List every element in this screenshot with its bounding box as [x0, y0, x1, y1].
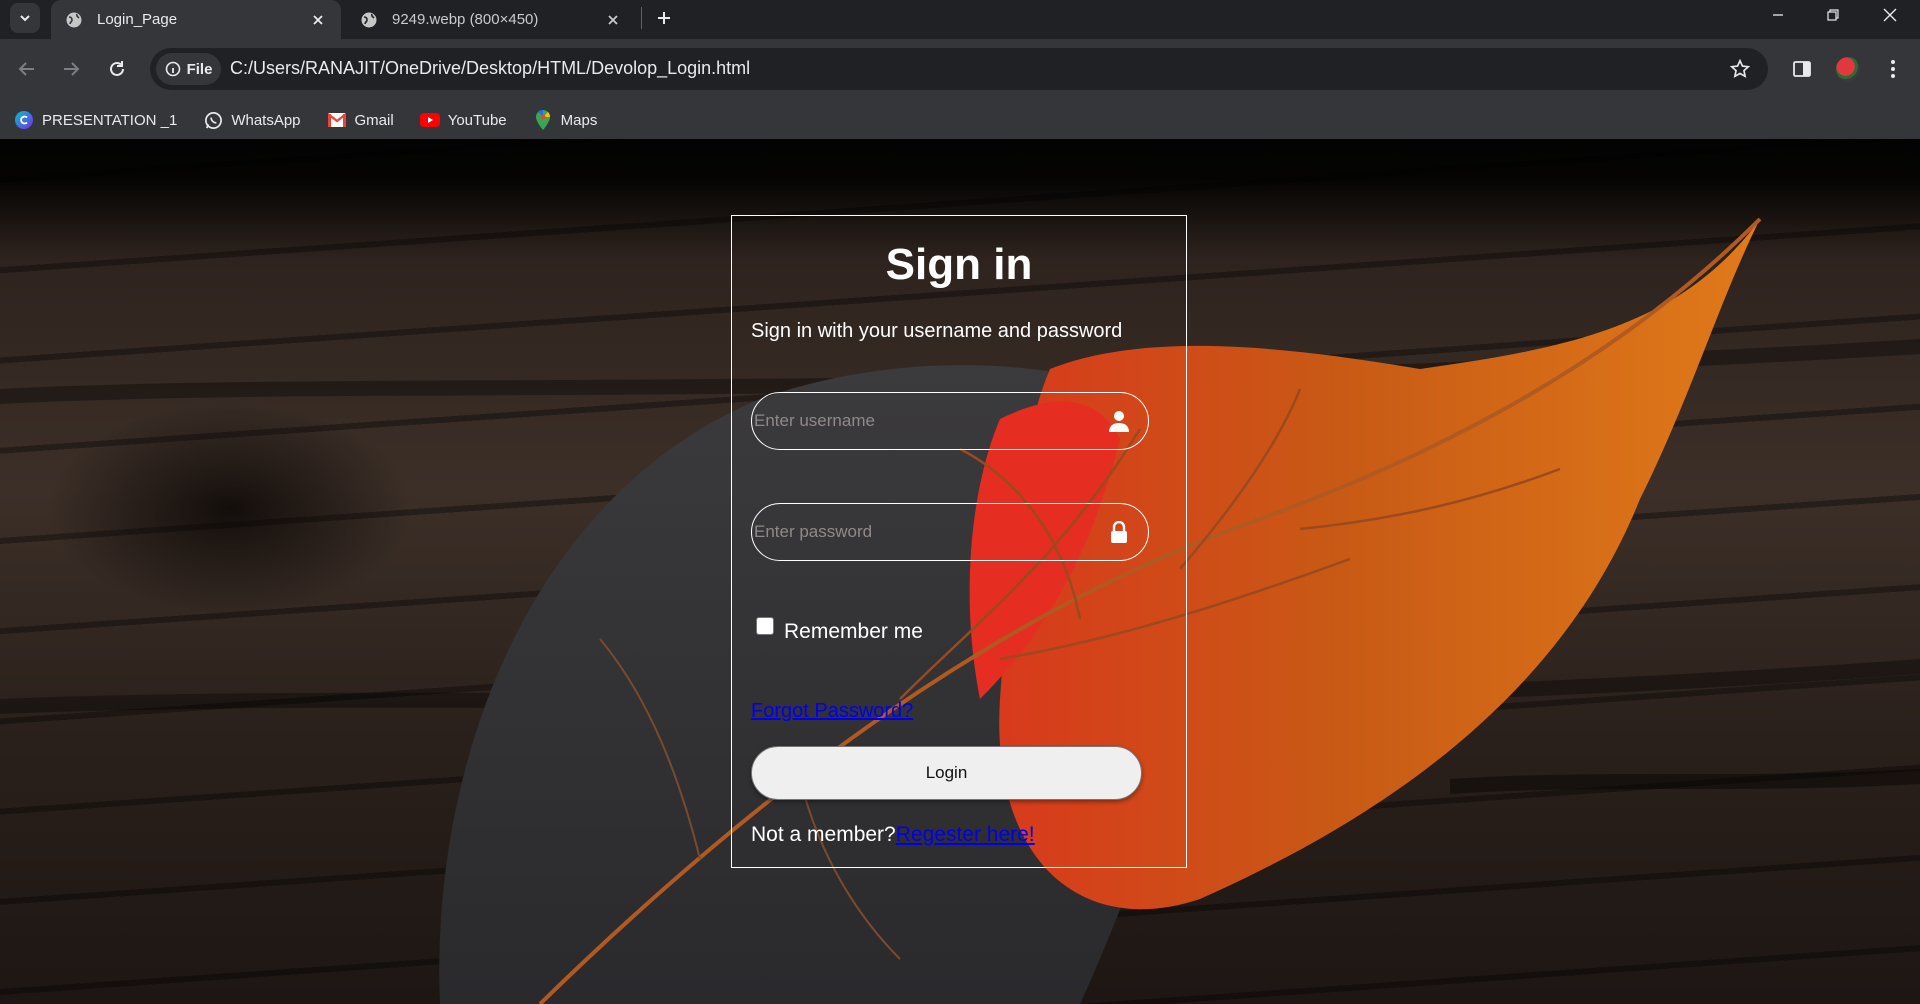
bookmark-label: YouTube — [447, 111, 507, 129]
tab-login-page[interactable]: Login_Page — [51, 0, 341, 39]
more-vertical-icon — [1891, 60, 1895, 78]
arrow-left-icon — [18, 62, 34, 76]
canva-icon — [14, 110, 34, 130]
bookmark-whatsapp[interactable]: WhatsApp — [203, 105, 301, 135]
side-panel-button[interactable] — [1785, 52, 1819, 86]
back-button[interactable] — [9, 51, 45, 87]
lock-icon — [1108, 520, 1130, 544]
side-panel-icon — [1793, 61, 1811, 77]
close-window-button[interactable] — [1864, 0, 1916, 30]
forgot-password-link[interactable]: Forgot Password? — [751, 700, 913, 723]
remember-me-checkbox[interactable] — [756, 617, 774, 635]
reload-icon — [110, 61, 124, 76]
register-line: Not a member?Regester here! — [751, 823, 1035, 847]
remember-me: Remember me — [756, 616, 923, 644]
minimize-button[interactable] — [1752, 0, 1804, 30]
bookmark-gmail[interactable]: Gmail — [327, 105, 394, 135]
username-field — [751, 392, 1149, 450]
login-button[interactable]: Login — [751, 746, 1142, 800]
bookmark-label: PRESENTATION _1 — [42, 111, 178, 129]
page-viewport: Sign in Sign in with your username and p… — [0, 139, 1920, 1004]
register-prefix: Not a member? — [751, 823, 896, 846]
maps-icon — [533, 110, 553, 130]
close-icon — [1883, 8, 1897, 22]
forward-button[interactable] — [53, 51, 89, 87]
bookmark-star-icon[interactable] — [1728, 57, 1752, 81]
bookmark-label: Maps — [560, 111, 598, 129]
restore-button[interactable] — [1807, 0, 1859, 30]
page-title: Sign in — [885, 240, 1033, 289]
menu-button[interactable] — [1876, 52, 1910, 86]
register-link[interactable]: Regester here! — [896, 823, 1035, 846]
tab-title: 9249.webp (800×450) — [392, 11, 539, 28]
tab-title: Login_Page — [97, 11, 178, 28]
globe-icon — [66, 12, 82, 27]
url-text[interactable]: C:/Users/RANAJIT/OneDrive/Desktop/HTML/D… — [230, 58, 750, 79]
username-input[interactable] — [754, 393, 1084, 448]
chevron-down-icon — [20, 15, 30, 22]
info-icon — [165, 61, 180, 77]
close-icon[interactable] — [307, 9, 329, 31]
tab-strip: Login_Page 9249.webp (800×450) — [0, 0, 1920, 39]
remember-me-label: Remember me — [784, 620, 923, 643]
site-info-chip[interactable]: File — [156, 53, 221, 85]
login-form: Sign in Sign in with your username and p… — [731, 215, 1187, 868]
site-info-label: File — [186, 60, 213, 78]
address-bar[interactable]: File C:/Users/RANAJIT/OneDrive/Desktop/H… — [150, 48, 1768, 90]
restore-icon — [1827, 9, 1839, 21]
password-field — [751, 503, 1149, 561]
bookmark-label: WhatsApp — [231, 111, 301, 129]
profile-button[interactable] — [1831, 52, 1865, 86]
avatar — [1836, 57, 1860, 81]
bookmark-label: Gmail — [354, 111, 394, 129]
arrow-right-icon — [64, 62, 80, 76]
bookmark-presentation[interactable]: PRESENTATION _1 — [14, 105, 177, 135]
plus-icon — [658, 12, 670, 24]
tab-image[interactable]: 9249.webp (800×450) — [346, 0, 636, 39]
browser-toolbar: File C:/Users/RANAJIT/OneDrive/Desktop/H… — [0, 39, 1920, 101]
tab-search-button[interactable] — [10, 3, 40, 33]
youtube-icon — [419, 110, 440, 130]
bookmarks-bar: PRESENTATION _1 WhatsApp Gmail YouTube M… — [0, 101, 1920, 139]
gmail-icon — [327, 110, 347, 130]
password-input[interactable] — [754, 504, 1084, 559]
bookmark-youtube[interactable]: YouTube — [419, 105, 507, 135]
new-tab-button[interactable] — [649, 3, 679, 33]
login-subtitle: Sign in with your username and password — [751, 320, 1123, 342]
tab-divider — [641, 7, 642, 29]
minimize-icon — [1773, 14, 1783, 16]
user-icon — [1108, 409, 1130, 433]
whatsapp-icon — [203, 110, 223, 130]
close-icon[interactable] — [602, 9, 624, 31]
bookmark-maps[interactable]: Maps — [533, 105, 598, 135]
reload-button[interactable] — [99, 51, 135, 87]
globe-icon — [361, 12, 377, 27]
